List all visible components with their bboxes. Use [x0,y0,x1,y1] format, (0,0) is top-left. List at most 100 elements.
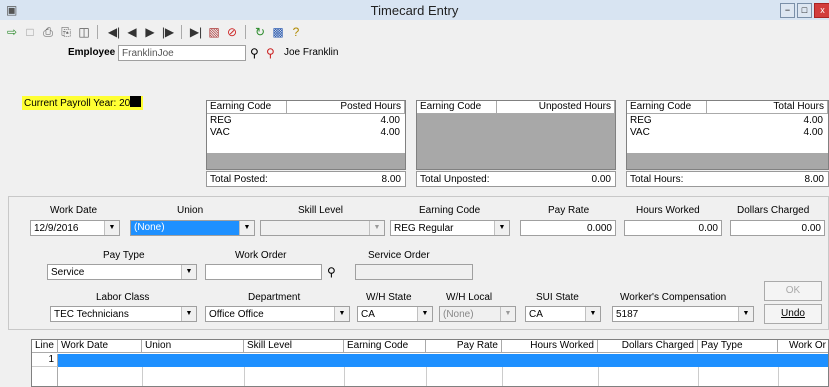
union-combo[interactable]: (None) ▼ [130,220,255,236]
column-header-union[interactable]: Union [142,340,244,353]
posted-total-label: Total Posted: [210,174,268,185]
unposted-code-header[interactable]: Earning Code [417,101,497,114]
table-row-empty [32,367,58,386]
wh-local-combo[interactable]: (None) ▼ [439,306,516,322]
chevron-down-icon[interactable]: ▼ [104,221,119,235]
column-divider [502,367,503,386]
column-header-earning-code[interactable]: Earning Code [344,340,426,353]
column-divider [426,367,427,386]
work-order-field[interactable] [205,264,322,280]
pay-rate-label: Pay Rate [548,205,590,216]
unposted-total-field: Total Unposted: 0.00 [416,171,616,187]
chevron-down-icon[interactable]: ▼ [334,307,349,321]
delete-record-icon[interactable]: ▧ [206,24,222,40]
total-hours-grid[interactable]: Earning Code Total Hours REG 4.00 VAC 4.… [626,100,829,170]
help-icon[interactable]: ? [288,24,304,40]
employee-lookup-icon[interactable]: ⚲ [266,45,280,61]
service-order-label: Service Order [368,250,430,261]
column-header-dollars-charged[interactable]: Dollars Charged [598,340,698,353]
column-divider [244,367,245,386]
unposted-hours-header[interactable]: Unposted Hours [497,101,615,114]
hours-worked-label: Hours Worked [636,205,700,216]
undo-button[interactable]: Undo [764,304,822,324]
column-header-work-date[interactable]: Work Date [58,340,142,353]
exit-icon[interactable]: ⇨ [4,24,20,40]
earning-code-value: REG Regular [394,223,454,234]
chevron-down-icon[interactable]: ▼ [494,221,509,235]
pay-rate-field[interactable]: 0.000 [520,220,616,236]
first-record-icon[interactable]: ◀| [106,24,122,40]
insert-record-icon[interactable]: ▶| [188,24,204,40]
search-icon[interactable]: ⚲ [250,45,264,61]
union-value: (None) [131,221,240,235]
work-date-combo[interactable]: 12/9/2016 ▼ [30,220,120,236]
lookup-icon[interactable]: ▩ [270,24,286,40]
workers-comp-combo[interactable]: 5187 ▼ [612,306,754,322]
chevron-down-icon[interactable]: ▼ [239,221,254,235]
service-order-field[interactable] [355,264,473,280]
total-hours-total-value: 8.00 [804,174,824,185]
posted-code-header[interactable]: Earning Code [207,101,287,114]
pay-type-combo[interactable]: Service ▼ [47,264,197,280]
earning-code-combo[interactable]: REG Regular ▼ [390,220,510,236]
chevron-down-icon[interactable]: ▼ [181,265,196,279]
employee-field[interactable]: FranklinJoe [118,45,246,61]
hours-worked-field[interactable]: 0.00 [624,220,722,236]
chevron-down-icon[interactable]: ▼ [181,307,196,321]
save-icon[interactable]: □ [22,24,38,40]
unposted-total-value: 0.00 [591,174,611,185]
table-row-selected[interactable] [58,354,828,367]
chevron-down-icon[interactable]: ▼ [417,307,432,321]
posted-grid-empty-area [207,153,405,169]
chevron-down-icon[interactable]: ▼ [585,307,600,321]
column-header-work-order[interactable]: Work Or [778,340,828,353]
workers-comp-value: 5187 [616,309,639,320]
posted-hours-header[interactable]: Posted Hours [287,101,405,114]
column-header-hours-worked[interactable]: Hours Worked [502,340,598,353]
posted-hours-grid[interactable]: Earning Code Posted Hours REG 4.00 VAC 4… [206,100,406,170]
pay-type-value: Service [51,267,85,278]
column-header-line[interactable]: Line [32,340,58,353]
refresh-icon[interactable]: ↻ [252,24,268,40]
total-hours-header[interactable]: Total Hours [707,101,828,114]
total-hours-cell: 4.00 [803,127,823,138]
timecard-lines-grid[interactable]: Line Work Date Union Skill Level Earning… [31,339,829,387]
wh-state-combo[interactable]: CA ▼ [357,306,433,322]
last-record-icon[interactable]: |▶ [160,24,176,40]
posted-code-cell: REG [210,115,232,126]
column-header-pay-type[interactable]: Pay Type [698,340,778,353]
timecard-entry-window: ▣ Timecard Entry − □ x ⇨ □ ⎙ ⎘ ◫ ◀| ◀ ▶ … [0,0,829,387]
column-header-pay-rate[interactable]: Pay Rate [426,340,502,353]
chevron-down-icon[interactable]: ▼ [738,307,753,321]
skill-level-combo[interactable]: ▼ [260,220,385,236]
work-order-search-icon[interactable]: ⚲ [327,264,341,280]
payroll-year-value: 20 [119,98,131,109]
chevron-down-icon[interactable]: ▼ [369,221,384,235]
close-button[interactable]: x [814,3,829,18]
dollars-charged-field[interactable]: 0.00 [730,220,825,236]
preview-icon[interactable]: ◫ [76,24,92,40]
prev-record-icon[interactable]: ◀ [124,24,140,40]
work-date-label: Work Date [50,205,98,216]
table-row-line-number[interactable]: 1 [32,354,58,367]
total-code-header[interactable]: Earning Code [627,101,707,114]
next-record-icon[interactable]: ▶ [142,24,158,40]
payroll-year-label: Current Payroll Year: 20 [22,96,144,110]
print-icon[interactable]: ⎙ [40,24,56,40]
maximize-button[interactable]: □ [797,3,812,18]
cancel-icon[interactable]: ⊘ [224,24,240,40]
column-header-skill-level[interactable]: Skill Level [244,340,344,353]
total-hours-total-label: Total Hours: [630,174,684,185]
printer-icon[interactable]: ⎘ [58,24,74,40]
work-order-label: Work Order [235,250,287,261]
ok-button[interactable]: OK [764,281,822,301]
minimize-button[interactable]: − [780,3,795,18]
labor-class-value: TEC Technicians [54,309,129,320]
chevron-down-icon[interactable]: ▼ [500,307,515,321]
labor-class-combo[interactable]: TEC Technicians ▼ [50,306,197,322]
department-combo[interactable]: Office Office ▼ [205,306,350,322]
unposted-hours-grid[interactable]: Earning Code Unposted Hours [416,100,616,170]
sui-state-combo[interactable]: CA ▼ [525,306,601,322]
employee-name: Joe Franklin [284,47,339,58]
total-grid-empty-area [627,153,828,169]
